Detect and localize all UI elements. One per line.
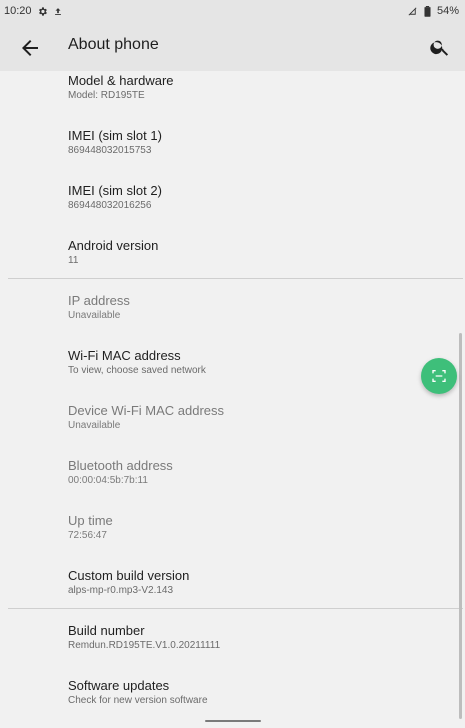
list-item-model-hardware[interactable]: Model & hardware Model: RD195TE [0, 71, 465, 123]
app-bar: About phone [0, 24, 465, 71]
item-title: Bluetooth address [68, 458, 173, 473]
list-item-device-wifi-mac: Device Wi-Fi MAC address Unavailable [0, 401, 465, 453]
item-title: Software updates [68, 678, 170, 693]
status-right: 54% [407, 5, 459, 17]
divider [8, 278, 463, 279]
item-subtitle: Check for new version software [68, 695, 208, 706]
item-subtitle: To view, choose saved network [68, 365, 206, 376]
item-title: Up time [68, 513, 113, 528]
item-subtitle: Unavailable [68, 310, 121, 321]
item-subtitle: 72:56:47 [68, 530, 107, 541]
item-title: Device Wi-Fi MAC address [68, 403, 225, 418]
back-button[interactable] [18, 36, 42, 60]
list-item-imei-2[interactable]: IMEI (sim slot 2) 869448032016256 [0, 181, 465, 233]
search-icon [430, 40, 449, 56]
item-subtitle: Unavailable [68, 420, 121, 431]
scan-icon [432, 370, 446, 382]
item-subtitle: 11 [68, 255, 79, 266]
item-title: Custom build version [68, 568, 190, 583]
item-title: Build number [68, 623, 145, 638]
status-time: 10:20 [4, 5, 32, 17]
list-item-custom-build-version[interactable]: Custom build version alps-mp-r0.mp3-V2.1… [0, 566, 465, 618]
battery-percent: 54% [436, 5, 459, 17]
divider [8, 608, 463, 609]
item-title: Android version [68, 238, 159, 253]
item-title: Model & hardware [68, 73, 174, 88]
list-item-ip-address: IP address Unavailable [0, 291, 465, 343]
home-indicator[interactable] [205, 720, 261, 722]
upload-icon [53, 6, 63, 17]
list-item-wifi-mac[interactable]: Wi-Fi MAC address To view, choose saved … [0, 346, 465, 398]
item-title: IMEI (sim slot 1) [68, 128, 162, 143]
item-subtitle: Remdun.RD195TE.V1.0.20211111 [68, 640, 221, 651]
list-item-up-time: Up time 72:56:47 [0, 511, 465, 563]
page-title: About phone [68, 36, 159, 53]
search-button[interactable] [429, 36, 451, 58]
scan-button[interactable] [421, 358, 457, 394]
list-item-build-number[interactable]: Build number Remdun.RD195TE.V1.0.2021111… [0, 621, 465, 673]
item-subtitle: 869448032015753 [68, 145, 152, 156]
arrow-back-icon [22, 40, 38, 56]
status-left: 10:20 [4, 5, 63, 17]
settings-gear-icon [37, 6, 48, 17]
item-subtitle: alps-mp-r0.mp3-V2.143 [68, 585, 174, 596]
list-item-bluetooth-address: Bluetooth address 00:00:04:5b:7b:11 [0, 456, 465, 508]
scrollbar[interactable] [459, 333, 462, 719]
no-signal-icon [407, 6, 418, 17]
status-bar: 10:20 54% [0, 0, 465, 24]
item-subtitle: 869448032016256 [68, 200, 152, 211]
list-item-imei-1[interactable]: IMEI (sim slot 1) 869448032015753 [0, 126, 465, 178]
item-title: IMEI (sim slot 2) [68, 183, 162, 198]
list-item-android-version[interactable]: Android version 11 [0, 236, 465, 288]
item-title: Wi-Fi MAC address [68, 348, 181, 363]
item-subtitle: 00:00:04:5b:7b:11 [68, 475, 148, 486]
battery-icon [424, 5, 431, 17]
item-title: IP address [68, 293, 130, 308]
item-subtitle: Model: RD195TE [68, 90, 145, 101]
